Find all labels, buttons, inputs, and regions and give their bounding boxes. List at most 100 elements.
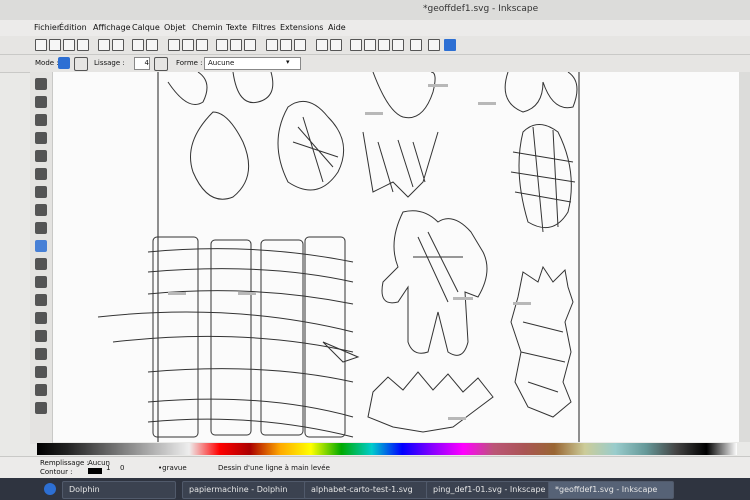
- layer-indicator[interactable]: •gravue: [158, 464, 187, 472]
- star-tool-icon[interactable]: [35, 222, 47, 234]
- regular-bezier-mode-icon[interactable]: [58, 57, 70, 69]
- color-palette[interactable]: [37, 443, 737, 455]
- ungroup-icon[interactable]: [330, 39, 342, 51]
- connector-tool-icon[interactable]: [35, 402, 47, 414]
- standing-figure[interactable]: [381, 210, 488, 356]
- document-properties-icon[interactable]: [410, 39, 422, 51]
- task-geoffdef1[interactable]: *geoffdef1.svg - Inkscape: [548, 481, 674, 499]
- task-dolphin[interactable]: Dolphin: [62, 481, 176, 499]
- menu-objet[interactable]: Objet: [164, 23, 186, 32]
- calligraphy-tool-icon[interactable]: [35, 276, 47, 288]
- task-alphabet[interactable]: alphabet-carto-test-1.svg: [304, 481, 430, 499]
- menu-edition[interactable]: Édition: [59, 23, 87, 32]
- zoom-tool-icon[interactable]: [35, 132, 47, 144]
- chevron-down-icon[interactable]: ▾: [286, 58, 290, 66]
- undo-icon[interactable]: [132, 39, 144, 51]
- start-menu-icon[interactable]: [44, 483, 56, 495]
- pencil-tool-icon[interactable]: [35, 240, 47, 252]
- pen-tool-icon[interactable]: [35, 258, 47, 270]
- 3d-box-tool-icon[interactable]: [35, 186, 47, 198]
- text-font-icon[interactable]: [364, 39, 376, 51]
- status-bar: Remplissage : Aucun Contour : 1 0 •gravu…: [0, 456, 750, 479]
- hatched-shape[interactable]: [277, 100, 345, 191]
- print-icon[interactable]: [77, 39, 89, 51]
- task-ping[interactable]: ping_def1-01.svg - Inkscape: [426, 481, 552, 499]
- tweak-tool-icon[interactable]: [35, 114, 47, 126]
- label-bar: [448, 417, 466, 420]
- menu-filtres[interactable]: Filtres: [252, 23, 276, 32]
- blob-shape[interactable]: [232, 71, 274, 104]
- menu-chemin[interactable]: Chemin: [192, 23, 223, 32]
- import-icon[interactable]: [98, 39, 110, 51]
- new-document-icon[interactable]: [35, 39, 47, 51]
- grass-shape[interactable]: [367, 371, 494, 433]
- menu-fichier[interactable]: Fichier: [34, 23, 60, 32]
- spiky-shape[interactable]: [510, 265, 574, 418]
- selector-tool-icon[interactable]: [35, 78, 47, 90]
- unlink-clone-icon[interactable]: [294, 39, 306, 51]
- inkscape-preferences-icon[interactable]: [444, 39, 456, 51]
- fill-label: Remplissage :: [40, 459, 89, 467]
- spiro-mode-icon[interactable]: [74, 57, 88, 71]
- menu-calque[interactable]: Calque: [132, 23, 160, 32]
- zoom-selection-icon[interactable]: [216, 39, 228, 51]
- eraser-tool-icon[interactable]: [35, 330, 47, 342]
- forme-label: Forme :: [176, 59, 203, 67]
- opacity-value[interactable]: 0: [120, 464, 124, 472]
- lissage-input[interactable]: 4: [134, 57, 150, 70]
- menu-texte[interactable]: Texte: [226, 23, 247, 32]
- dropper-tool-icon[interactable]: [35, 384, 47, 396]
- label-bar: [428, 84, 448, 87]
- gradient-tool-icon[interactable]: [35, 366, 47, 378]
- clone-icon[interactable]: [280, 39, 292, 51]
- bush-shape[interactable]: [190, 111, 250, 200]
- menu-affichage[interactable]: Affichage: [93, 23, 131, 32]
- redo-icon[interactable]: [146, 39, 158, 51]
- task-papiermachine[interactable]: papiermachine - Dolphin: [182, 481, 308, 499]
- save-icon[interactable]: [63, 39, 75, 51]
- window-title: *geoffdef1.svg - Inkscape: [423, 4, 539, 14]
- label-bar: [453, 297, 473, 300]
- spiky-lines: [520, 321, 566, 393]
- taskbar: Dolphin papiermachine - Dolphin alphabet…: [0, 478, 750, 500]
- group-icon[interactable]: [316, 39, 328, 51]
- text-tool-icon[interactable]: [35, 294, 47, 306]
- menu-bar: Fichier Édition Affichage Calque Objet C…: [0, 20, 750, 36]
- stroke-swatch[interactable]: [88, 468, 102, 474]
- zoom-drawing-icon[interactable]: [230, 39, 242, 51]
- node-tool-icon[interactable]: [35, 96, 47, 108]
- open-icon[interactable]: [49, 39, 61, 51]
- zoom-page-icon[interactable]: [244, 39, 256, 51]
- label-bar: [365, 112, 383, 115]
- rect-tool-icon[interactable]: [35, 168, 47, 180]
- stroke-width[interactable]: 1: [106, 464, 110, 472]
- copy-icon[interactable]: [168, 39, 180, 51]
- blob-shape[interactable]: [167, 71, 208, 105]
- paste-icon[interactable]: [196, 39, 208, 51]
- tool-controls-bar: Mode : Lissage : 4 Forme : Aucune ▾: [0, 55, 750, 73]
- label-bar: [513, 302, 531, 305]
- clear-icon[interactable]: [154, 57, 168, 71]
- drawing-canvas[interactable]: [53, 71, 739, 442]
- crosshatch-shape[interactable]: [518, 124, 572, 229]
- goggles-shape[interactable]: [504, 71, 578, 113]
- xml-editor-icon[interactable]: [378, 39, 390, 51]
- fill-stroke-icon[interactable]: [350, 39, 362, 51]
- preferences-icon[interactable]: [428, 39, 440, 51]
- commands-toolbar: [0, 36, 750, 55]
- window-titlebar: *geoffdef1.svg - Inkscape: [0, 0, 750, 20]
- menu-extensions[interactable]: Extensions: [280, 23, 323, 32]
- bucket-tool-icon[interactable]: [35, 348, 47, 360]
- cut-icon[interactable]: [182, 39, 194, 51]
- figure-body[interactable]: [362, 131, 439, 198]
- measure-tool-icon[interactable]: [35, 150, 47, 162]
- export-icon[interactable]: [112, 39, 124, 51]
- duplicate-icon[interactable]: [266, 39, 278, 51]
- figure-head[interactable]: [372, 71, 436, 119]
- column-frame[interactable]: [260, 239, 304, 436]
- ellipse-tool-icon[interactable]: [35, 204, 47, 216]
- wavy-lines: [97, 248, 354, 438]
- align-icon[interactable]: [392, 39, 404, 51]
- menu-aide[interactable]: Aide: [328, 23, 346, 32]
- spray-tool-icon[interactable]: [35, 312, 47, 324]
